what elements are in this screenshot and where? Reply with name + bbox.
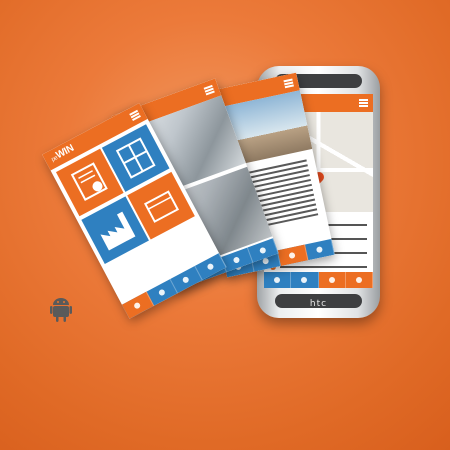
menu-icon[interactable] bbox=[283, 78, 294, 89]
bottom-tab-bar bbox=[264, 272, 373, 288]
android-icon bbox=[50, 298, 72, 322]
promo-scene: peWIN htc p bbox=[0, 0, 450, 450]
tab-3[interactable] bbox=[318, 272, 346, 288]
app-logo: peWIN bbox=[50, 142, 76, 164]
menu-icon[interactable] bbox=[129, 109, 141, 122]
tab-2[interactable] bbox=[291, 272, 319, 288]
phone-brand-label: htc bbox=[309, 299, 328, 309]
tab-1[interactable] bbox=[264, 272, 292, 288]
menu-icon[interactable] bbox=[203, 84, 215, 96]
bottom-tab-bar bbox=[121, 253, 227, 319]
menu-icon[interactable] bbox=[359, 99, 368, 107]
tab-4[interactable] bbox=[345, 272, 373, 288]
